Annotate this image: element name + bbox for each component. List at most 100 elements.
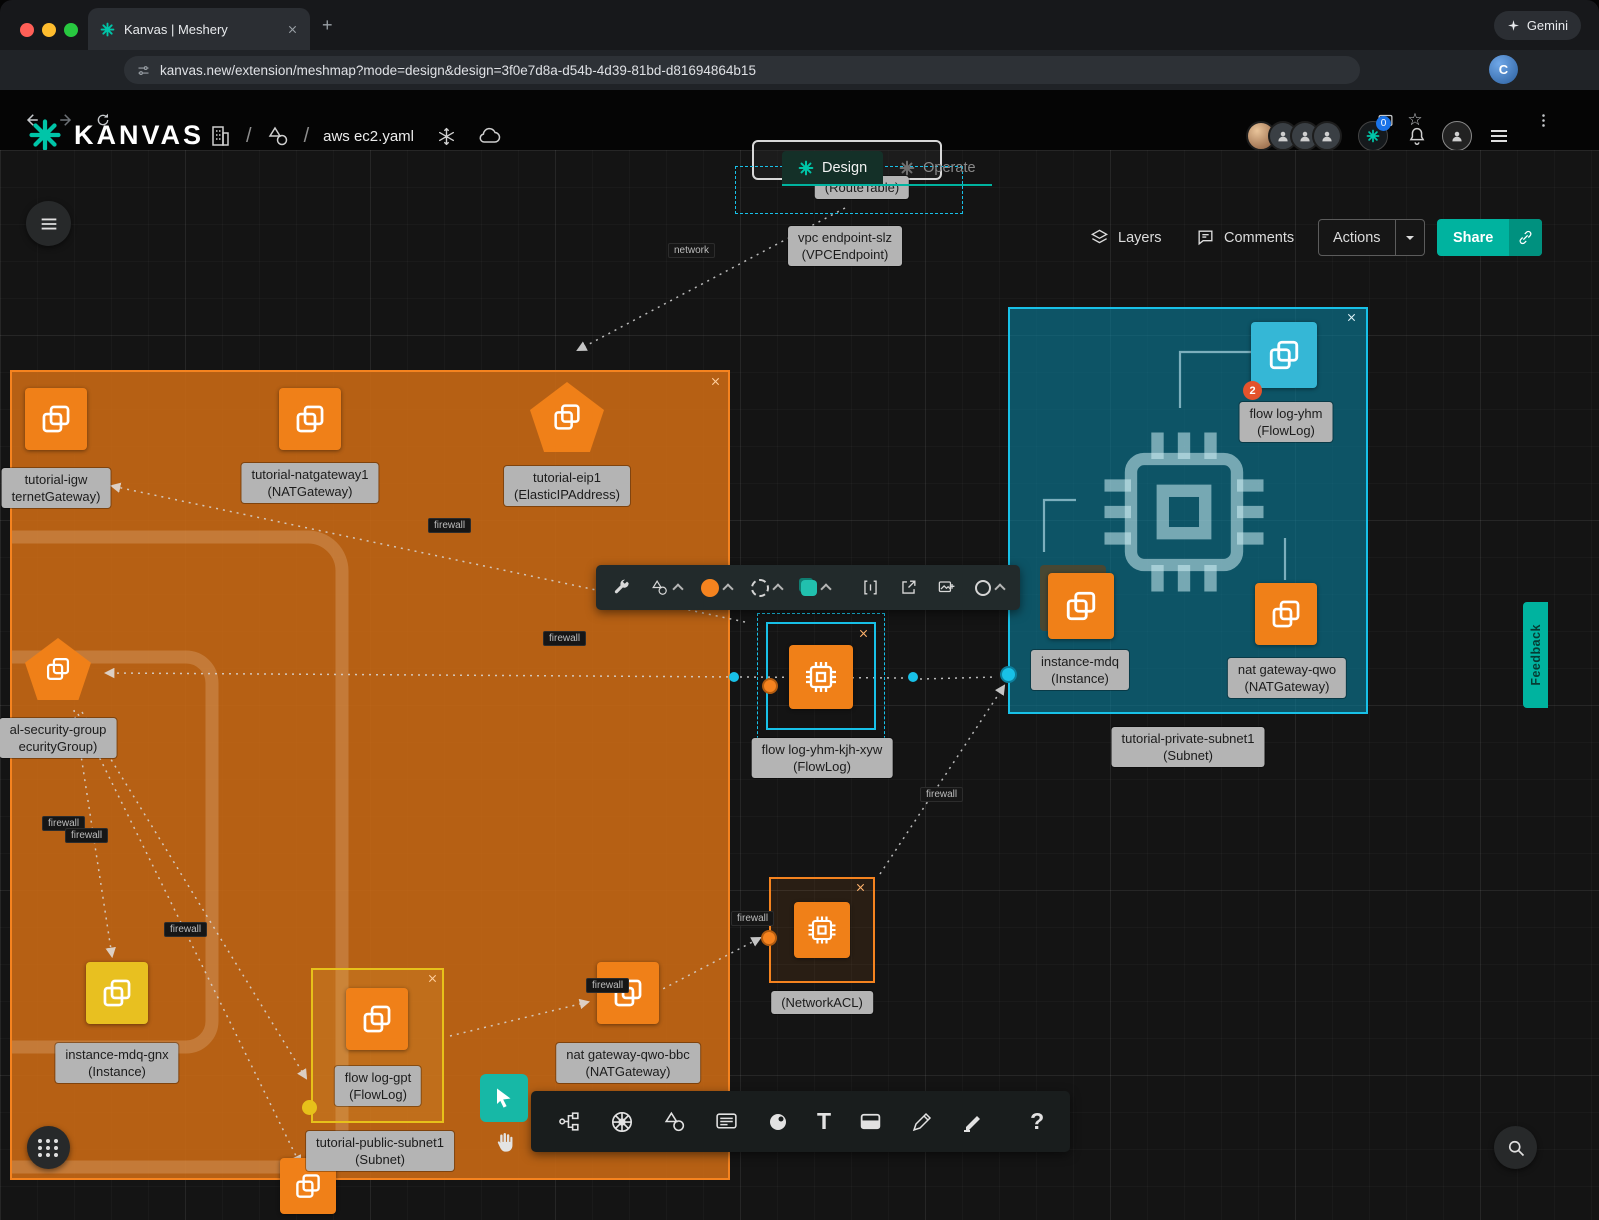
selection-handle[interactable] [729, 672, 739, 682]
kubernetes-tool-button[interactable] [609, 1109, 635, 1135]
open-in-new-button[interactable] [899, 578, 918, 597]
organization-icon[interactable] [208, 124, 232, 148]
node-label-natgateway-bbc[interactable]: nat gateway-qwo-bbc(NATGateway) [556, 1043, 700, 1083]
port-handle[interactable] [302, 1100, 317, 1115]
tab-design[interactable]: Design [782, 151, 883, 184]
canvas-menu-button[interactable] [26, 201, 71, 246]
port-handle[interactable] [762, 678, 778, 694]
notes-tool-button[interactable] [714, 1109, 739, 1134]
rename-field-button[interactable] [861, 578, 880, 597]
port-handle[interactable] [1000, 666, 1017, 683]
node-tutorial-igw-icon[interactable] [25, 388, 87, 450]
add-image-button[interactable] [937, 578, 956, 597]
minimize-window-button[interactable] [42, 23, 56, 37]
layers-button[interactable]: Layers [1090, 219, 1162, 256]
cloud-save-icon[interactable] [477, 124, 501, 148]
maximize-window-button[interactable] [64, 23, 78, 37]
remove-handle-icon[interactable] [427, 973, 438, 984]
site-settings-icon[interactable] [136, 63, 151, 78]
tab-operate[interactable]: Operate [883, 151, 991, 184]
brand-name: KANVAS [74, 120, 204, 151]
tab-close-icon[interactable] [287, 24, 298, 35]
node-instance-mdq-icon[interactable] [1048, 573, 1114, 639]
node-label-public-subnet[interactable]: tutorial-public-subnet1(Subnet) [306, 1131, 454, 1171]
zoom-search-button[interactable] [1494, 1126, 1537, 1169]
workspace-icon[interactable] [266, 124, 290, 148]
node-natgateway-qwo-icon[interactable] [1255, 583, 1317, 645]
node-label-security-group[interactable]: al-security-groupecurityGroup) [0, 718, 116, 758]
node-flowlog-kjh-icon[interactable] [789, 645, 853, 709]
flow-tool-button[interactable] [557, 1109, 582, 1134]
design-file-name[interactable]: aws ec2.yaml [323, 128, 414, 145]
pan-tool-button[interactable] [488, 1126, 520, 1160]
card-tool-button[interactable] [858, 1109, 883, 1134]
node-instance-mdq-gnx-icon[interactable] [86, 962, 148, 1024]
node-tutorial-natgateway1-icon[interactable] [279, 388, 341, 450]
node-natgateway-bbc-icon[interactable] [597, 962, 659, 1024]
circle-outline-icon [975, 580, 991, 596]
count-badge: 2 [1243, 381, 1262, 400]
workspace-badge[interactable]: 0 [1358, 121, 1388, 151]
collaborator-avatar[interactable] [1312, 121, 1342, 151]
shapes-icon [650, 578, 669, 597]
text-tool-button[interactable]: T [817, 1108, 831, 1135]
operate-mode-icon [899, 160, 915, 176]
node-flowlog-gpt-icon[interactable] [346, 988, 408, 1050]
address-bar[interactable]: kanvas.new/extension/meshmap?mode=design… [124, 56, 1360, 84]
remove-handle-icon[interactable] [1346, 312, 1357, 323]
help-button[interactable]: ? [1030, 1108, 1044, 1135]
node-label-flowlog-yhm[interactable]: flow log-yhm(FlowLog) [1240, 402, 1333, 442]
kanvas-brand[interactable]: KANVAS [28, 118, 204, 152]
port-handle[interactable] [761, 930, 777, 946]
node-label-flowlog-kjh[interactable]: flow log-yhm-kjh-xyw(FlowLog) [752, 738, 893, 778]
fill-color-dropdown[interactable] [701, 579, 732, 597]
components-tool-button[interactable] [766, 1110, 790, 1134]
design-mode-icon [798, 160, 814, 176]
node-label-tutorial-eip1[interactable]: tutorial-eip1(ElasticIPAddress) [504, 466, 630, 506]
comments-button[interactable]: Comments [1196, 219, 1294, 256]
node-label-vpc-endpoint[interactable]: vpc endpoint-slz(VPCEndpoint) [788, 226, 902, 266]
copy-link-icon[interactable] [1509, 219, 1542, 256]
gemini-button[interactable]: Gemini [1494, 11, 1581, 40]
tab-title: Kanvas | Meshery [124, 22, 278, 37]
node-label-tutorial-igw[interactable]: tutorial-igwternetGateway) [2, 468, 111, 508]
node-label-private-subnet[interactable]: tutorial-private-subnet1(Subnet) [1112, 727, 1265, 767]
browser-menu-button[interactable] [1530, 107, 1556, 133]
user-avatar-button[interactable] [1442, 121, 1472, 151]
group-style-dropdown[interactable] [801, 580, 830, 596]
shapes-style-dropdown[interactable] [650, 578, 682, 597]
node-label-instance-mdq-gnx[interactable]: instance-mdq-gnx(Instance) [55, 1043, 178, 1083]
close-window-button[interactable] [20, 23, 34, 37]
magnifier-icon [1506, 1138, 1526, 1158]
lens-dropdown[interactable] [975, 580, 1004, 596]
pen-tool-button[interactable] [910, 1110, 934, 1134]
node-label-flowlog-gpt[interactable]: flow log-gpt(FlowLog) [335, 1066, 421, 1106]
select-tool-button[interactable] [480, 1074, 528, 1122]
configure-wrench-button[interactable] [612, 578, 631, 597]
node-label-tutorial-natgateway1[interactable]: tutorial-natgateway1(NATGateway) [241, 463, 378, 503]
apps-grid-button[interactable] [27, 1126, 70, 1169]
shapes-tool-button[interactable] [662, 1109, 687, 1134]
node-flowlog-yhm-icon[interactable] [1251, 322, 1317, 388]
node-networkacl-icon[interactable] [794, 902, 850, 958]
share-button[interactable]: Share [1437, 219, 1542, 256]
border-style-dropdown[interactable] [751, 579, 782, 597]
remove-handle-icon[interactable] [855, 882, 866, 893]
actions-button[interactable]: Actions [1318, 219, 1425, 256]
browser-tab[interactable]: Kanvas | Meshery [88, 8, 310, 50]
browser-profile-avatar[interactable]: C [1489, 55, 1518, 84]
feedback-tab[interactable]: Feedback [1523, 602, 1548, 708]
notifications-bell-button[interactable] [1402, 121, 1432, 151]
node-label-instance-mdq[interactable]: instance-mdq(Instance) [1031, 650, 1129, 690]
new-tab-button[interactable]: + [322, 18, 333, 32]
node-label-networkacl[interactable]: (NetworkACL) [771, 991, 873, 1014]
meshsync-snowflake-icon[interactable] [436, 126, 457, 147]
remove-handle-icon[interactable] [710, 376, 721, 387]
selection-handle[interactable] [908, 672, 918, 682]
node-label-natgateway-qwo[interactable]: nat gateway-qwo(NATGateway) [1228, 658, 1346, 698]
remove-handle-icon[interactable] [858, 628, 869, 639]
header-menu-button[interactable] [1484, 121, 1514, 151]
bottom-toolbar: T ? [531, 1091, 1070, 1152]
marker-tool-button[interactable] [961, 1110, 985, 1134]
actions-caret[interactable] [1396, 220, 1424, 255]
